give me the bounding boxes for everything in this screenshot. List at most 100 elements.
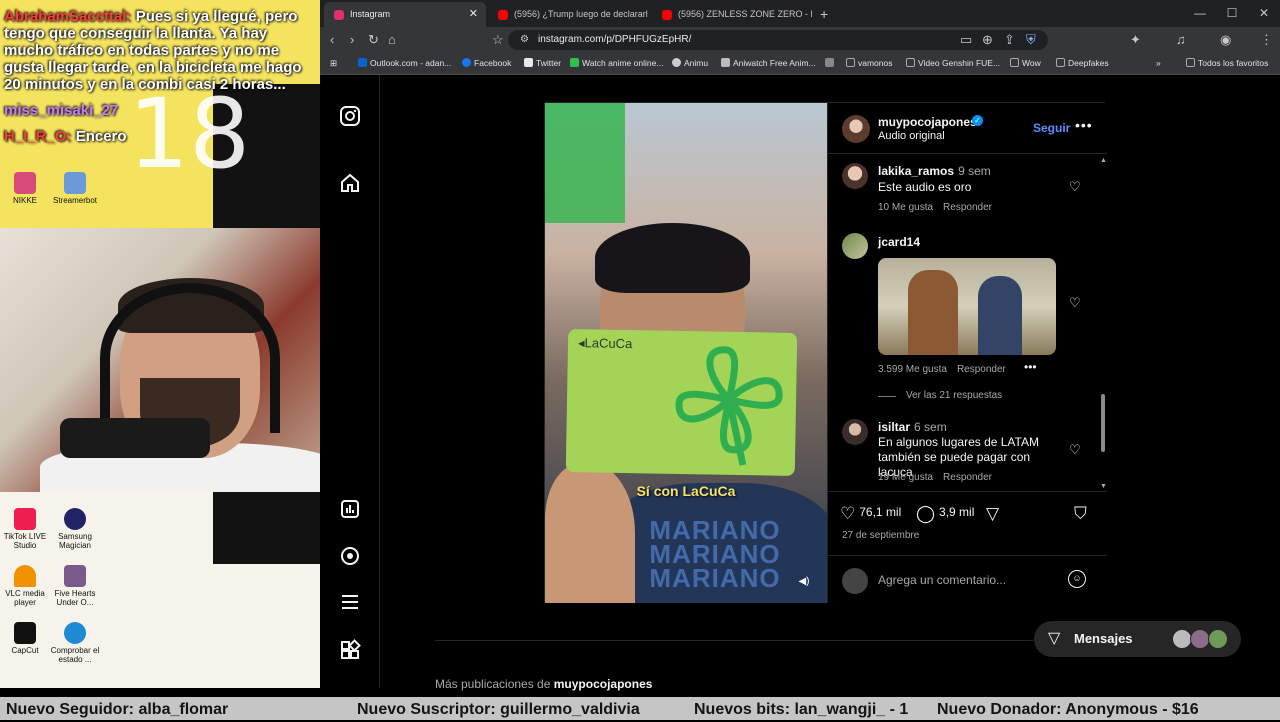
post-modal: MARIANO MARIANO MARIANO ◂LaCuCa Sí con L… (544, 102, 1107, 603)
dashboard-icon[interactable] (339, 498, 361, 520)
comment-options-icon[interactable]: ••• (1024, 360, 1037, 374)
youtube-icon (498, 10, 508, 20)
follow-button[interactable]: Seguir (1033, 121, 1070, 135)
instagram-icon (334, 10, 344, 20)
music-icon[interactable]: ♫ (1176, 31, 1186, 49)
bookmark-animu[interactable]: Animu (672, 53, 708, 74)
bookmark-vamonos[interactable]: vamonos (846, 53, 893, 74)
video-caption: Sí con LaCuCa (636, 483, 736, 499)
messages-button[interactable]: ▽ Mensajes (1034, 621, 1241, 657)
comments-scrollbar[interactable]: ▲ ▼ (1100, 157, 1107, 491)
desktop-icon-five-hearts[interactable]: Five Hearts Under O... (46, 565, 104, 607)
maximize-button[interactable]: ☐ (1216, 2, 1248, 24)
avatar (1190, 629, 1210, 649)
home-icon[interactable] (339, 172, 361, 194)
scroll-thumb[interactable] (1101, 394, 1105, 452)
scroll-down-icon[interactable]: ▼ (1100, 483, 1107, 490)
more-menu-icon[interactable] (339, 591, 361, 613)
window-close-button[interactable]: ✕ (1248, 2, 1280, 24)
youtube-icon (662, 10, 672, 20)
speaker-icon[interactable]: ◀) (795, 573, 813, 591)
desktop-icon-streamerbot[interactable]: Streamerbot (46, 172, 104, 205)
instagram-logo-icon[interactable] (339, 105, 361, 127)
headset (100, 283, 280, 433)
avatar[interactable] (842, 115, 870, 143)
desktop-icon-samsung-magician[interactable]: Samsung Magician (46, 508, 104, 550)
tab-youtube-trump[interactable]: (5956) ¿Trump luego de declararle la (488, 2, 648, 27)
share-icon[interactable]: ⇪ (1004, 31, 1015, 49)
back-icon[interactable]: ‹ (330, 31, 334, 49)
apps-icon[interactable]: ⊞ (330, 53, 337, 74)
avatar[interactable] (842, 163, 868, 189)
desktop-icon-health-check[interactable]: Comprobar el estado ... (46, 622, 104, 664)
reload-icon[interactable]: ↻ (368, 31, 379, 49)
bookmark-icon: ⛉ (1074, 504, 1087, 523)
comment-username[interactable]: isiltar 6 sem (878, 420, 947, 434)
site-info-icon[interactable]: ⚙ (520, 31, 529, 49)
forward-icon[interactable]: › (350, 31, 354, 49)
post-video[interactable]: MARIANO MARIANO MARIANO ◂LaCuCa Sí con L… (545, 103, 827, 603)
comment-gif[interactable] (878, 258, 1056, 355)
tab-instagram[interactable]: Instagram ✕ (324, 2, 486, 27)
comment-username[interactable]: jcard14 (878, 235, 920, 249)
bookmark-site-icon (825, 58, 834, 67)
new-tab-button[interactable]: + (820, 2, 828, 27)
zoom-icon[interactable]: ⊕ (982, 31, 993, 49)
ticker-bits: Nuevos bits: lan_wangji_ - 1 (694, 701, 909, 718)
also-from-meta-icon[interactable] (339, 639, 361, 661)
close-icon[interactable]: ✕ (469, 2, 478, 27)
comment-username[interactable]: lakika_ramos 9 sem (878, 164, 991, 178)
bookmark-wow[interactable]: Wow (1010, 53, 1041, 74)
comment-input[interactable] (878, 569, 1058, 591)
avatar[interactable] (842, 233, 868, 259)
url-text[interactable]: instagram.com/p/DPHFUGzEpHR/ (538, 30, 691, 50)
heart-icon[interactable]: ♡ (1069, 295, 1081, 311)
heart-icon[interactable]: ♡ (1069, 442, 1081, 458)
shield-icon[interactable]: ⛨ (1026, 31, 1036, 49)
profile-icon[interactable]: ◉ (1220, 31, 1231, 49)
audio-label[interactable]: Audio original (878, 130, 945, 142)
tab-bar: Instagram ✕ (5956) ¿Trump luego de decla… (320, 0, 1280, 27)
threads-icon[interactable] (339, 545, 361, 567)
shirt-text: MARIANO MARIANO MARIANO (649, 515, 781, 593)
chevron-right-icon[interactable]: » (1156, 53, 1161, 74)
avatar (1208, 629, 1228, 649)
install-icon[interactable]: ▭ (960, 31, 972, 49)
bookmark-all[interactable]: Todos los favoritos (1186, 53, 1268, 74)
menu-icon[interactable]: ⋮ (1260, 31, 1273, 49)
post-actions: ♡ 76,1 mil ◯ 3,9 mil ▽ ⛉ 27 de septiembre (828, 491, 1107, 551)
bookmark-genshin[interactable]: Video Genshin FUE... (906, 53, 1000, 74)
view-replies-link[interactable]: Ver las 21 respuestas (906, 390, 1002, 401)
extensions-icon[interactable]: ✦ (1130, 31, 1141, 49)
bookmark-outlook[interactable]: Outlook.com - adan... (358, 53, 451, 74)
bookmark-icon[interactable]: ☆ (492, 31, 504, 49)
avatar[interactable] (842, 419, 868, 445)
save-button[interactable]: ⛉ (1074, 504, 1091, 524)
more-options-icon[interactable]: ••• (1075, 117, 1093, 133)
lacuca-card: ◂LaCuCa (565, 329, 798, 476)
like-button[interactable]: ♡ 76,1 mil (840, 504, 901, 524)
home-icon[interactable]: ⌂ (388, 31, 396, 49)
bookmark-deepfakes[interactable]: Deepfakes (1056, 53, 1109, 74)
heart-icon[interactable]: ♡ (1069, 179, 1081, 195)
comment-button[interactable]: ◯ 3,9 mil (916, 504, 974, 524)
bookmark-unnamed[interactable] (825, 53, 837, 74)
verified-badge-icon: ✓ (972, 115, 983, 126)
minimize-button[interactable]: — (1184, 2, 1216, 24)
bookmark-facebook[interactable]: Facebook (462, 53, 511, 74)
bookmark-aniwatch[interactable]: Aniwatch Free Anim... (721, 53, 816, 74)
navigation-bar: ‹ › ↻ ⌂ ☆ ⚙ instagram.com/p/DPHFUGzEpHR/… (320, 27, 1280, 53)
streamerbot-icon (64, 172, 86, 194)
bookmark-watch-anime[interactable]: Watch anime online... (570, 53, 663, 74)
emoji-icon[interactable]: ☺ (1068, 570, 1086, 588)
owner-username[interactable]: muypocojapones (878, 115, 977, 129)
clover-icon (675, 346, 783, 466)
heart-icon: ♡ (840, 504, 856, 523)
scroll-up-icon[interactable]: ▲ (1100, 157, 1107, 164)
microphone (60, 418, 210, 458)
samsung-magician-icon (64, 508, 86, 530)
x-icon (524, 58, 533, 67)
tab-youtube-zenless[interactable]: (5956) ZENLESS ZONE ZERO - Resum (652, 2, 812, 27)
share-button[interactable]: ▽ (986, 504, 1003, 524)
bookmark-twitter[interactable]: Twitter (524, 53, 561, 74)
